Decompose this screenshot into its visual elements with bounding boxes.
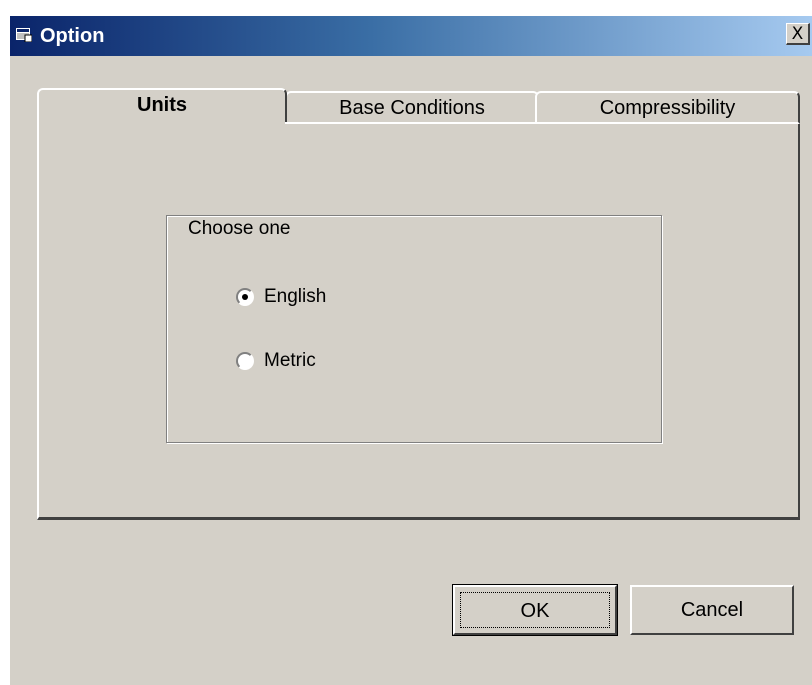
- app-icon: [16, 28, 32, 42]
- radio-label-english[interactable]: English: [264, 285, 326, 309]
- radio-button-metric[interactable]: [236, 352, 254, 370]
- title-bar[interactable]: Option X: [10, 16, 812, 56]
- tab-compressibility[interactable]: Compressibility: [535, 91, 800, 124]
- close-icon: X: [791, 23, 804, 44]
- cancel-button[interactable]: Cancel: [630, 585, 794, 635]
- ok-button-label: OK: [460, 592, 610, 628]
- window-title: Option: [40, 25, 105, 47]
- radio-label-metric[interactable]: Metric: [264, 349, 316, 373]
- radio-button-english[interactable]: [236, 288, 254, 306]
- ok-button[interactable]: OK: [452, 584, 618, 636]
- close-button[interactable]: X: [786, 23, 810, 45]
- units-groupbox: [166, 215, 662, 443]
- radio-selected-dot: [242, 294, 248, 300]
- tab-base-conditions[interactable]: Base Conditions: [285, 91, 539, 124]
- groupbox-legend: Choose one: [186, 217, 293, 241]
- tab-units[interactable]: Units: [37, 88, 287, 122]
